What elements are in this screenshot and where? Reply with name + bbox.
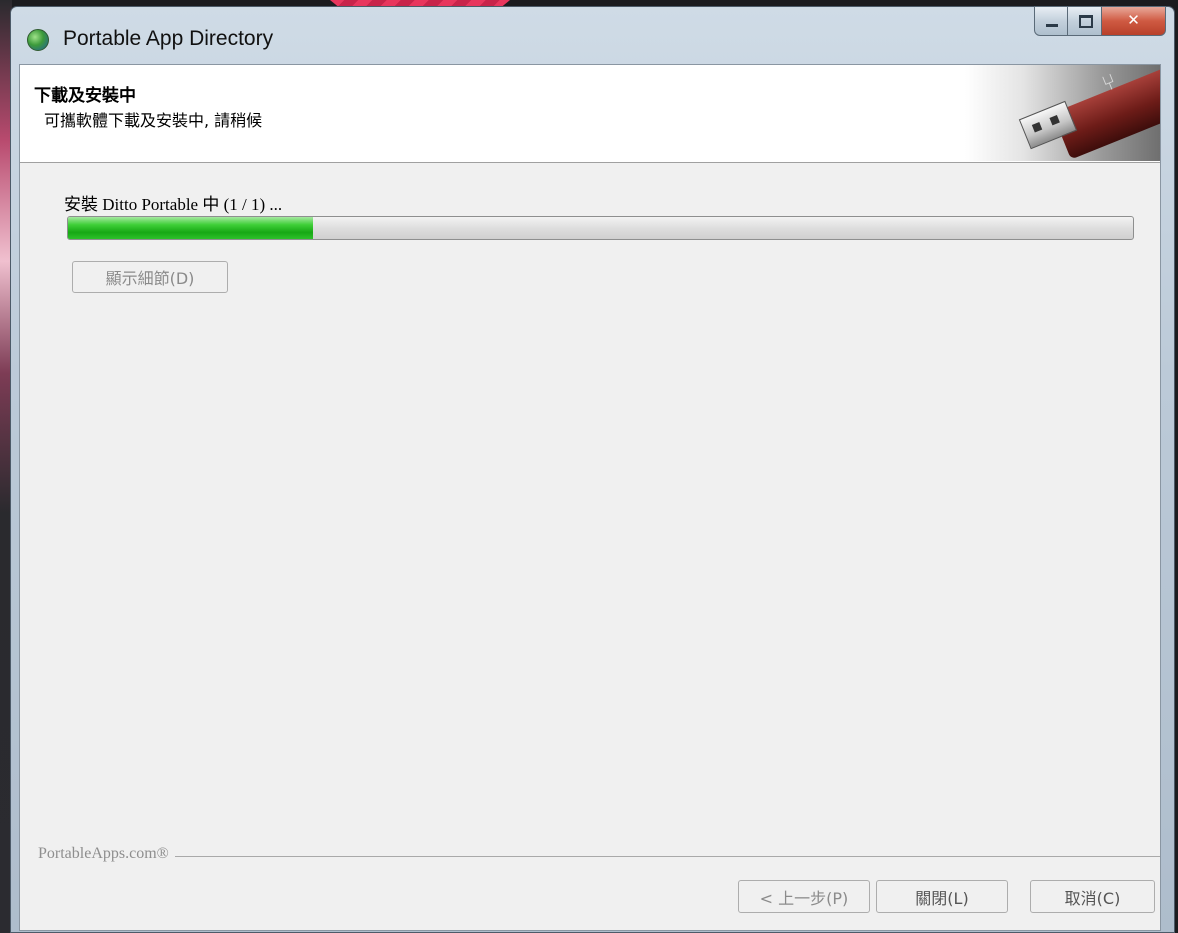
portableapps-globe-icon (27, 29, 49, 51)
install-status-text: 安裝 Ditto Portable 中 (1 / 1) ... (64, 195, 283, 214)
progress-fill (68, 217, 313, 239)
window-title: Portable App Directory (63, 27, 274, 50)
close-window-button[interactable] (1102, 6, 1166, 36)
header-subtitle: 可攜軟體下載及安裝中, 請稍候 (44, 111, 263, 130)
title-bar[interactable]: Portable App Directory (11, 6, 1174, 63)
caption-buttons (1034, 6, 1166, 40)
maximize-button[interactable] (1068, 6, 1102, 36)
wizard-client-area: 下載及安裝中 可攜軟體下載及安裝中, 請稍候 ⑂ 安裝 Ditto Portab… (19, 64, 1161, 931)
minimize-button[interactable] (1034, 6, 1068, 36)
branding-text: PortableApps.com® (38, 845, 175, 863)
back-button[interactable]: < 上一步(P) (738, 880, 870, 913)
divider-line (38, 856, 1160, 857)
close-button[interactable]: 關閉(L) (876, 880, 1008, 913)
branding-divider: PortableApps.com® (38, 845, 1160, 865)
show-details-button[interactable]: 顯示細節(D) (72, 261, 228, 293)
install-progress-bar (67, 216, 1134, 240)
header-title: 下載及安裝中 (34, 86, 136, 106)
usb-drive-image: ⑂ (965, 65, 1160, 161)
cancel-button[interactable]: 取消(C) (1030, 880, 1155, 913)
wizard-header: 下載及安裝中 可攜軟體下載及安裝中, 請稍候 ⑂ (20, 65, 1160, 163)
installer-window: Portable App Directory 下載及安裝中 可攜軟體下載及安裝中… (10, 6, 1175, 933)
